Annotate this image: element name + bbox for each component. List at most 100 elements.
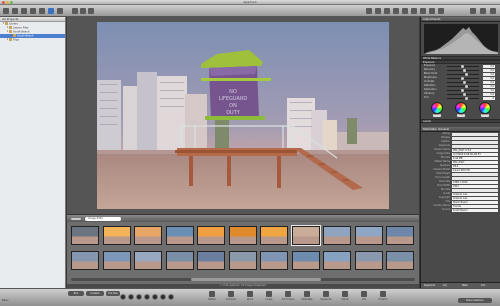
thumbnail[interactable] (102, 226, 131, 245)
bottom-tool-metadata[interactable]: Metadata (300, 291, 314, 301)
thumbnail[interactable] (386, 251, 414, 270)
full-size-button[interactable]: Full Size (106, 291, 120, 296)
scrollbar-knob[interactable] (191, 278, 321, 281)
rotate-right-icon[interactable] (384, 8, 390, 14)
bottom-tool-loupe[interactable]: Loupe (262, 291, 276, 301)
red-eye-icon[interactable] (411, 8, 417, 14)
project-item-label: South Beach (13, 30, 30, 34)
email-icon[interactable] (39, 8, 45, 14)
inspector-tab[interactable]: Meta (462, 284, 468, 288)
thumbnail[interactable] (71, 251, 99, 270)
adjustment-slider[interactable] (447, 92, 479, 96)
filmstrip-search-field[interactable]: Image Edits (85, 217, 121, 221)
disclosure-triangle-icon[interactable] (11, 34, 12, 37)
select-icon[interactable] (168, 294, 174, 300)
bottom-tool-projects[interactable]: Projects (376, 291, 390, 301)
thumbnail[interactable] (165, 251, 194, 270)
loupe-icon[interactable] (366, 8, 372, 14)
thumbnail-size-slider[interactable] (71, 218, 81, 220)
rating-minus-icon[interactable] (152, 294, 158, 300)
thumbnail[interactable] (354, 226, 383, 245)
thumbnail[interactable] (102, 251, 131, 270)
previous-icon[interactable] (128, 294, 134, 300)
thumbnail[interactable] (165, 226, 194, 245)
reject-icon[interactable] (144, 294, 150, 300)
rating-plus-icon[interactable] (160, 294, 166, 300)
thumbnail[interactable] (134, 251, 162, 270)
adjustment-slider[interactable] (447, 80, 479, 84)
disclosure-triangle-icon[interactable] (3, 22, 4, 25)
stack-icon[interactable] (48, 8, 54, 14)
bottom-tool-info[interactable]: Info (357, 291, 371, 301)
new-album-icon[interactable] (30, 8, 36, 14)
rotate-left-icon[interactable] (375, 8, 381, 14)
inspector-tab[interactable]: Adj (443, 284, 447, 288)
adjustment-slider[interactable] (447, 84, 479, 88)
project-item[interactable]: Trips (0, 38, 65, 42)
brush-icon[interactable] (438, 8, 444, 14)
thumbnail[interactable] (291, 251, 320, 270)
next-icon[interactable] (136, 294, 142, 300)
thumbnail[interactable] (134, 226, 162, 245)
thumbnail[interactable] (260, 226, 288, 245)
adjustment-slider[interactable] (447, 76, 479, 80)
import-icon[interactable] (21, 8, 27, 14)
bottom-tool-label: Rotate (208, 298, 216, 301)
inspector-hud-icon[interactable] (490, 8, 496, 14)
full-screen-icon (285, 291, 291, 297)
thumbnail[interactable] (71, 226, 99, 245)
thumbnail[interactable] (323, 226, 351, 245)
black-wheel[interactable] (431, 102, 443, 114)
adjustment-slider[interactable] (447, 68, 479, 72)
thumbnail[interactable] (386, 226, 414, 245)
new-project-icon[interactable] (12, 8, 18, 14)
bottom-tool-full-screen[interactable]: Full Screen (281, 291, 295, 301)
lift-stamp-icon[interactable] (429, 8, 435, 14)
unstack-button[interactable]: Unstack (86, 291, 104, 296)
adjustment-value-field[interactable]: 0 (483, 96, 495, 100)
unstack-icon[interactable] (57, 8, 63, 14)
metadata-value-field[interactable]: South Beach (452, 208, 498, 212)
disclosure-triangle-icon[interactable] (7, 38, 8, 41)
bottom-tool-adjust[interactable]: Adjust (338, 291, 352, 301)
thumbnail[interactable] (290, 225, 321, 246)
bottom-tool-compare[interactable]: Compare (224, 291, 238, 301)
thumbnail[interactable] (197, 226, 225, 245)
playback-icon[interactable] (120, 294, 126, 300)
adjustment-slider[interactable] (447, 72, 479, 76)
thumbnail[interactable] (228, 226, 257, 245)
view-mode-viewer-icon[interactable] (88, 8, 94, 14)
spot-patch-icon[interactable] (420, 8, 426, 14)
adjustment-slider[interactable] (447, 64, 479, 68)
adjustments-hud-icon[interactable] (480, 8, 486, 14)
thumbnail[interactable] (354, 251, 383, 270)
thumbnail[interactable] (197, 251, 225, 270)
adjustment-slider[interactable] (447, 88, 479, 92)
bottom-tool-rotate[interactable]: Rotate (205, 291, 219, 301)
gray-wheel[interactable] (455, 102, 467, 114)
adjustment-slider[interactable] (447, 96, 479, 100)
bottom-tool-keywords[interactable]: Keywords (319, 291, 333, 301)
main-photo[interactable]: NO LIFEGUARD ON DUTY (97, 22, 389, 209)
keywords-hud-icon[interactable] (470, 8, 476, 14)
bottom-tool-stack[interactable]: Stack (243, 291, 257, 301)
view-mode-split-icon[interactable] (80, 8, 86, 14)
thumbnail[interactable] (260, 251, 288, 270)
levels-section[interactable]: Levels (421, 119, 500, 123)
disclosure-triangle-icon[interactable] (7, 30, 8, 33)
view-mode-browser-icon[interactable] (72, 8, 78, 14)
thumbnail[interactable] (323, 251, 351, 270)
pick-button[interactable]: Pick (68, 291, 84, 296)
slider-knob[interactable] (465, 96, 468, 100)
disclosure-triangle-icon[interactable] (7, 26, 8, 29)
white-wheel[interactable] (479, 102, 491, 114)
thumbnail[interactable] (228, 251, 257, 270)
inspector-tab[interactable]: Info (481, 284, 485, 288)
stack-icon (247, 291, 253, 297)
inspector-tab[interactable]: Keywords (424, 284, 435, 288)
straighten-icon[interactable] (393, 8, 399, 14)
filmstrip-scrollbar[interactable] (71, 278, 415, 281)
share-selection-button[interactable]: Share Selection (458, 298, 492, 303)
inspector-toggle-icon[interactable] (3, 8, 9, 14)
crop-icon[interactable] (402, 8, 408, 14)
